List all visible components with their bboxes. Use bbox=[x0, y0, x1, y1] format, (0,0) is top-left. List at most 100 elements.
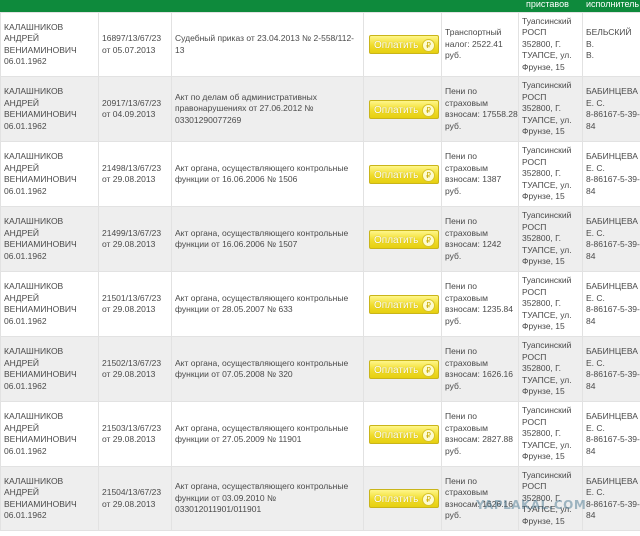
department-line: Фрунзе, 15 bbox=[522, 386, 565, 397]
department-line: 352800, Г. bbox=[522, 103, 562, 114]
debtor-cell: КАЛАШНИКОВ АНДРЕЙ ВЕНИАМИНОВИЧ 06.01.1962 bbox=[0, 12, 99, 77]
department-line: Туапсинский bbox=[522, 15, 572, 26]
bailiff-line: 84 bbox=[586, 445, 596, 456]
bailiff-line: Е. С. bbox=[586, 422, 605, 433]
proceeding-line: 21501/13/67/23 bbox=[102, 292, 162, 303]
department-cell: Туапсинский РОСП 352800, Г. ТУАПСЕ, ул. Фрун… bbox=[518, 206, 583, 272]
department-line: ТУАПСЕ, ул. bbox=[522, 179, 572, 190]
subject-line: страховым bbox=[445, 97, 488, 108]
proceeding-line: от 29.08.2013 bbox=[102, 239, 156, 249]
proceeding-line: 21498/13/67/23 bbox=[102, 162, 162, 173]
table-row: КАЛАШНИКОВ АНДРЕЙ ВЕНИАМИНОВИЧ 06.01.1962 21… bbox=[0, 141, 640, 207]
subject-cell: Транспортный налог: 2522.41 руб. bbox=[441, 12, 519, 77]
proceeding-cell: 21503/13/67/23 от 29.08.2013 bbox=[98, 401, 172, 467]
proceeding-cell: 21501/13/67/23 от 29.08.2013 bbox=[98, 271, 172, 337]
proceeding-line: 20917/13/67/23 bbox=[102, 97, 162, 108]
department-line: ТУАПСЕ, ул. bbox=[522, 374, 572, 385]
department-line: РОСП bbox=[522, 221, 547, 232]
pay-button[interactable]: Оплатить ₽ bbox=[369, 35, 439, 54]
pay-button[interactable]: Оплатить ₽ bbox=[369, 359, 439, 379]
department-line: Фрунзе, 15 bbox=[522, 515, 565, 526]
bailiff-cell: БАБИНЦЕВА Е. С. 8-86167-5-39- 84 bbox=[582, 206, 640, 272]
department-line: РОСП bbox=[522, 156, 547, 167]
pay-cell: Оплатить ₽ bbox=[363, 401, 442, 467]
subject-line: Пени по bbox=[445, 411, 477, 421]
bailiff-line: 8-86167-5-39- bbox=[586, 434, 640, 444]
pay-button[interactable]: Оплатить ₽ bbox=[369, 164, 439, 184]
pay-button[interactable]: Оплатить ₽ bbox=[369, 424, 439, 444]
bailiff-cell: БАБИНЦЕВА Е. С. 8-86167-5-39- 84 bbox=[582, 76, 640, 142]
department-line: ТУАПСЕ, ул. bbox=[522, 114, 572, 125]
bailiff-line: 8-86167-5-39- bbox=[586, 174, 640, 184]
ruble-icon: ₽ bbox=[422, 493, 435, 506]
pay-button[interactable]: Оплатить ₽ bbox=[369, 99, 439, 119]
document-cell: Акт органа, осуществляющего контрольные ф… bbox=[171, 141, 364, 207]
department-line: ТУАПСЕ, ул. bbox=[522, 439, 572, 450]
pay-button[interactable]: Оплатить ₽ bbox=[369, 489, 439, 508]
debtor-cell: КАЛАШНИКОВ АНДРЕЙ ВЕНИАМИНОВИЧ 06.01.1962 bbox=[0, 336, 99, 402]
debtor-line: КАЛАШНИКОВ bbox=[4, 346, 64, 356]
bailiff-cell: БАБИНЦЕВА Е. С. 8-86167-5-39- 84 bbox=[582, 466, 640, 531]
subject-line: руб. bbox=[445, 315, 462, 326]
proceeding-line: от 04.09.2013 bbox=[102, 109, 156, 119]
bailiff-line: 84 bbox=[586, 185, 596, 196]
subject-cell: Пени по страховым взносам: 17558.28 руб. bbox=[441, 76, 519, 142]
debtor-line: КАЛАШНИКОВ bbox=[4, 411, 64, 421]
department-line: Туапсинский bbox=[522, 405, 572, 416]
debtor-line: 06.01.1962 bbox=[4, 250, 47, 261]
proceeding-line: 21504/13/67/23 bbox=[102, 487, 162, 497]
debtor-line: КАЛАШНИКОВ bbox=[4, 21, 64, 32]
pay-button[interactable]: Оплатить ₽ bbox=[369, 229, 439, 249]
document-line: функции от 03.09.2010 № 033012011901/011… bbox=[175, 492, 277, 515]
subject-line: взносам: 1626.16 bbox=[445, 369, 514, 379]
pay-cell: Оплатить ₽ bbox=[363, 141, 442, 207]
subject-line: Транспортный bbox=[445, 27, 502, 38]
department-line: Туапсинский bbox=[522, 469, 572, 480]
subject-line: страховым bbox=[445, 227, 488, 238]
table-row: КАЛАШНИКОВ АНДРЕЙ ВЕНИАМИНОВИЧ 06.01.1962 21… bbox=[0, 271, 640, 337]
document-cell: Акт органа, осуществляющего контрольные ф… bbox=[171, 466, 364, 531]
pay-button-label: Оплатить bbox=[374, 364, 419, 376]
subject-line: руб. bbox=[445, 380, 462, 391]
proceeding-line: 21499/13/67/23 bbox=[102, 227, 162, 238]
document-line: Судебный приказ от 23.04.2013 № 2-558/11… bbox=[175, 33, 355, 55]
pay-button-label: Оплатить bbox=[374, 494, 419, 505]
debtor-cell: КАЛАШНИКОВ АНДРЕЙ ВЕНИАМИНОВИЧ 06.01.1962 bbox=[0, 401, 99, 467]
proceeding-line: от 29.08.2013 bbox=[102, 174, 156, 184]
document-cell: Судебный приказ от 23.04.2013 № 2-558/11… bbox=[171, 12, 364, 77]
watermark: YAPLAKAL.COM bbox=[476, 498, 587, 512]
debtor-line: АНДРЕЙ bbox=[4, 357, 40, 368]
subject-line: взносам: 1235.84 bbox=[445, 304, 514, 314]
pay-button-label: Оплатить bbox=[374, 299, 419, 311]
debtor-line: АНДРЕЙ bbox=[4, 292, 40, 303]
department-line: Фрунзе, 15 bbox=[522, 61, 565, 72]
pay-button-label: Оплатить bbox=[374, 40, 419, 51]
proceeding-line: от 05.07.2013 bbox=[102, 44, 156, 55]
department-line: РОСП bbox=[522, 286, 547, 297]
subject-line: Пени по bbox=[445, 281, 477, 291]
document-line: Акт органа, осуществляющего контрольные bbox=[175, 227, 349, 238]
bailiff-line: Е. С. bbox=[586, 162, 605, 173]
proceeding-cell: 21498/13/67/23 от 29.08.2013 bbox=[98, 141, 172, 207]
debtor-line: 06.01.1962 bbox=[4, 510, 47, 520]
department-line: Фрунзе, 15 bbox=[522, 256, 565, 267]
document-cell: Акт по делам об административных правонар… bbox=[171, 76, 364, 142]
bailiff-line: БАБИНЦЕВА bbox=[586, 151, 638, 161]
proceeding-cell: 21504/13/67/23 от 29.08.2013 bbox=[98, 466, 172, 531]
proceeding-line: 21502/13/67/23 bbox=[102, 357, 162, 368]
proceeding-cell: 16897/13/67/23 от 05.07.2013 bbox=[98, 12, 172, 77]
department-cell: Туапсинский РОСП 352800, Г. ТУАПСЕ, ул. Фрун… bbox=[518, 141, 583, 207]
subject-line: взносам: 17558.28 bbox=[445, 109, 518, 119]
table-row: КАЛАШНИКОВ АНДРЕЙ ВЕНИАМИНОВИЧ 06.01.1962 16… bbox=[0, 12, 640, 77]
debts-table: КАЛАШНИКОВ АНДРЕЙ ВЕНИАМИНОВИЧ 06.01.1962 16… bbox=[0, 12, 640, 531]
pay-cell: Оплатить ₽ bbox=[363, 76, 442, 142]
debtor-cell: КАЛАШНИКОВ АНДРЕЙ ВЕНИАМИНОВИЧ 06.01.1962 bbox=[0, 141, 99, 207]
pay-button-label: Оплатить bbox=[374, 429, 419, 441]
table-body: КАЛАШНИКОВ АНДРЕЙ ВЕНИАМИНОВИЧ 06.01.1962 16… bbox=[0, 12, 640, 531]
pay-button[interactable]: Оплатить ₽ bbox=[369, 294, 439, 314]
debtor-line: ВЕНИАМИНОВИЧ bbox=[4, 239, 77, 249]
subject-cell: Пени по страховым взносам: 1242 руб. bbox=[441, 206, 519, 272]
document-line: правонарушениях от 27.06.2012 № bbox=[175, 103, 314, 114]
debtor-line: КАЛАШНИКОВ bbox=[4, 86, 64, 96]
bailiff-line: БАБИНЦЕВА bbox=[586, 411, 638, 421]
